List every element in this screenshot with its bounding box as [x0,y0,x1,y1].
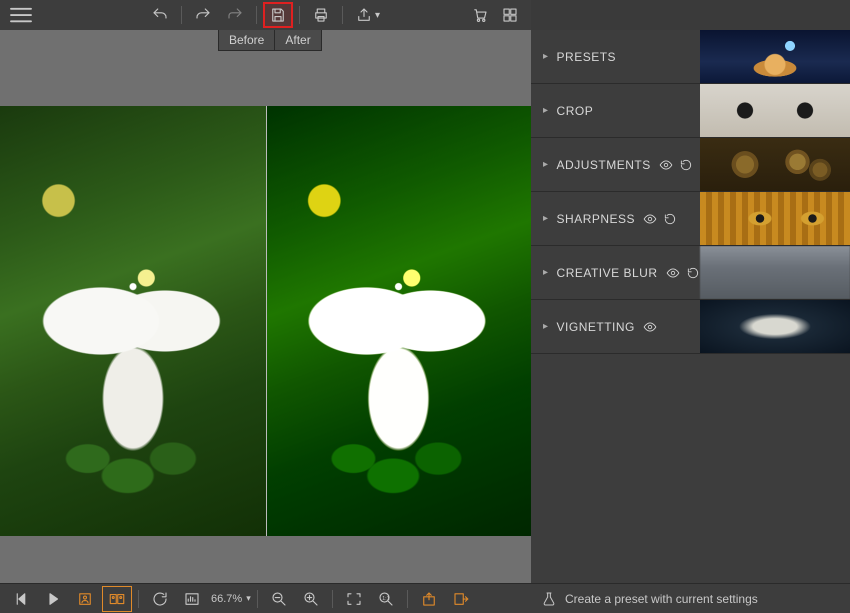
chevron-right-icon: ▸ [543,105,549,116]
undo-button[interactable] [145,2,175,28]
single-view-button[interactable] [70,586,100,612]
panel-vignetting[interactable]: ▸ VIGNETTING [531,300,850,354]
separator [257,590,258,608]
chevron-right-icon: ▸ [543,267,549,278]
side-panel: ▸ PRESETS ▸ CROP ▸ ADJUSTMENTS ▸ SHARPNE… [531,30,850,583]
panel-thumbnail [700,30,850,83]
cart-button[interactable] [465,2,495,28]
print-button[interactable] [306,2,336,28]
top-toolbar: ▾ [0,0,531,30]
panel-sharpness[interactable]: ▸ SHARPNESS [531,192,850,246]
separator [181,6,182,24]
grid-view-button[interactable] [495,2,525,28]
chevron-right-icon: ▸ [543,213,549,224]
zoom-value: 66.7% [211,593,242,605]
tab-after[interactable]: After [274,30,321,51]
chevron-right-icon: ▸ [543,321,549,332]
panel-thumbnail [700,246,850,299]
before-after-container [0,106,531,536]
menu-button[interactable] [6,2,36,28]
compare-divider[interactable] [266,106,267,536]
create-preset-label: Create a preset with current settings [565,592,758,606]
actual-pixels-button[interactable]: 1:1 [371,586,401,612]
histogram-button[interactable] [177,586,207,612]
separator [342,6,343,24]
fit-screen-button[interactable] [339,586,369,612]
panel-label: VIGNETTING [557,320,635,334]
panel-crop[interactable]: ▸ CROP [531,84,850,138]
redo-button[interactable] [188,2,218,28]
separator [256,6,257,24]
create-preset-button[interactable]: Create a preset with current settings [531,591,850,607]
bottom-toolbar: 66.7% ▾ 1:1 Create a preset with current… [0,583,850,613]
rotate-button[interactable] [145,586,175,612]
svg-text:1:1: 1:1 [382,595,389,601]
panel-creative-blur[interactable]: ▸ CREATIVE BLUR [531,246,850,300]
panel-label: CREATIVE BLUR [557,266,658,280]
image-before [0,106,266,536]
chevron-right-icon: ▸ [543,159,549,170]
eye-icon[interactable] [666,266,680,280]
export-button[interactable] [414,586,444,612]
compare-view-button[interactable] [102,586,132,612]
panel-label: PRESETS [557,50,617,64]
chevron-down-icon[interactable]: ▾ [246,593,251,604]
eye-icon[interactable] [643,212,657,226]
panel-label: CROP [557,104,594,118]
canvas-area[interactable] [0,30,531,583]
panel-thumbnail [700,138,850,191]
chevron-right-icon: ▸ [543,51,549,62]
zoom-out-button[interactable] [264,586,294,612]
compare-tabs: Before After [218,30,322,51]
reset-icon[interactable] [686,266,700,280]
apply-next-button[interactable] [446,586,476,612]
panel-presets[interactable]: ▸ PRESETS [531,30,850,84]
reset-icon[interactable] [679,158,693,172]
image-after [266,106,532,536]
panel-empty-area [531,354,850,583]
eye-icon[interactable] [659,158,673,172]
save-button[interactable] [263,2,293,28]
panel-thumbnail [700,300,850,353]
tab-before[interactable]: Before [218,30,274,51]
reset-icon[interactable] [663,212,677,226]
separator [138,590,139,608]
eye-icon[interactable] [643,320,657,334]
zoom-in-button[interactable] [296,586,326,612]
repeat-button[interactable] [220,2,250,28]
panel-thumbnail [700,192,850,245]
panel-thumbnail [700,84,850,137]
panel-label: ADJUSTMENTS [557,158,651,172]
play-button[interactable] [38,586,68,612]
main-area: ▸ PRESETS ▸ CROP ▸ ADJUSTMENTS ▸ SHARPNE… [0,30,850,583]
first-image-button[interactable] [6,586,36,612]
separator [299,6,300,24]
separator [332,590,333,608]
panel-adjustments[interactable]: ▸ ADJUSTMENTS [531,138,850,192]
separator [407,590,408,608]
panel-label: SHARPNESS [557,212,636,226]
flask-icon [541,591,557,607]
